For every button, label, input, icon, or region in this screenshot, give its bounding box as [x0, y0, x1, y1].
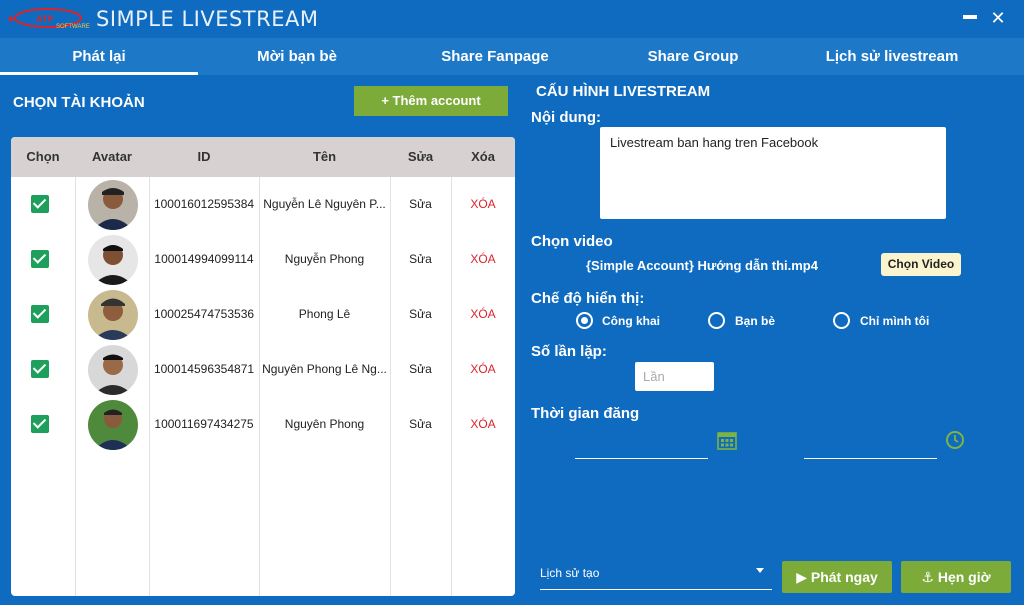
table-row: 100014596354871 Nguyên Phong Lê Ng... Sử…: [11, 342, 515, 397]
title-bar: ATP SOFTWARE SIMPLE LIVESTREAM ✕: [0, 0, 1024, 38]
avatar: [88, 235, 138, 285]
visibility-friends-label: Bạn bè: [735, 314, 776, 328]
select-checkbox[interactable]: [31, 195, 49, 213]
choose-video-button[interactable]: Chọn Video: [881, 253, 961, 276]
account-id: 100011697434275: [154, 417, 254, 431]
app-logo: ATP SOFTWARE: [8, 8, 90, 30]
visibility-only-me-radio[interactable]: [833, 312, 850, 329]
avatar: [88, 400, 138, 450]
visibility-friends-radio[interactable]: [708, 312, 725, 329]
table-row: 100025474753536 Phong Lê Sửa XÓA: [11, 287, 515, 342]
calendar-icon[interactable]: [717, 430, 737, 450]
avatar: [88, 290, 138, 340]
column-header-delete: Xóa: [471, 149, 495, 164]
svg-text:ATP: ATP: [36, 14, 53, 24]
content-textarea[interactable]: Livestream ban hang tren Facebook: [600, 127, 946, 219]
column-header-id: ID: [197, 149, 211, 164]
avatar: [88, 345, 138, 395]
edit-link[interactable]: Sửa: [390, 232, 451, 287]
select-checkbox[interactable]: [31, 250, 49, 268]
dropdown-underline: [540, 589, 772, 590]
time-input[interactable]: [804, 458, 937, 459]
post-time-label: Thời gian đăng: [531, 405, 640, 422]
content-label: Nội dung:: [531, 109, 601, 126]
visibility-public-label: Công khai: [602, 314, 661, 328]
edit-link[interactable]: Sửa: [390, 287, 451, 342]
schedule-button[interactable]: ⚓ Hẹn giờ: [901, 561, 1011, 593]
clock-icon[interactable]: [945, 430, 965, 450]
tab-bar: Phát lại Mời bạn bè Share Fanpage Share …: [0, 38, 1024, 75]
tab-livestream-history[interactable]: Lịch sử livestream: [792, 38, 992, 75]
add-account-button[interactable]: + Thêm account: [354, 86, 508, 116]
repeat-count-input[interactable]: Lần: [635, 362, 714, 391]
table-row: 100016012595384 Nguyễn Lê Nguyên P... Sử…: [11, 177, 515, 232]
table-row: 100011697434275 Nguyên Phong Sửa XÓA: [11, 397, 515, 452]
delete-link[interactable]: XÓA: [451, 177, 515, 232]
account-id: 100025474753536: [153, 307, 255, 321]
table-header: Chọn Avatar ID Tên Sửa Xóa: [11, 137, 515, 177]
config-heading: CẤU HÌNH LIVESTREAM: [536, 83, 711, 100]
svg-text:SOFTWARE: SOFTWARE: [56, 24, 90, 30]
minimize-button[interactable]: [960, 8, 980, 28]
delete-link[interactable]: XÓA: [451, 232, 515, 287]
tab-replay[interactable]: Phát lại: [0, 38, 198, 75]
account-name: Nguyên Phong: [284, 417, 365, 431]
date-input[interactable]: [575, 458, 708, 459]
select-checkbox[interactable]: [31, 360, 49, 378]
video-label: Chọn video: [531, 233, 613, 250]
column-header-edit: Sửa: [407, 149, 434, 164]
accounts-table: Chọn Avatar ID Tên Sửa Xóa 1000160125953…: [11, 137, 515, 596]
account-id: 100014596354871: [153, 362, 255, 376]
app-title: SIMPLE LIVESTREAM: [96, 7, 319, 31]
accounts-heading: CHỌN TÀI KHOẢN: [13, 94, 145, 111]
selected-video-name: {Simple Account} Hướng dẫn thi.mp4: [586, 258, 818, 273]
avatar: [88, 180, 138, 230]
tab-share-group[interactable]: Share Group: [594, 38, 792, 75]
history-dropdown[interactable]: Lịch sử tạo: [540, 562, 772, 590]
edit-link[interactable]: Sửa: [390, 397, 451, 452]
column-header-select: Chọn: [26, 149, 60, 164]
account-id: 100014994099114: [154, 252, 254, 266]
select-checkbox[interactable]: [31, 415, 49, 433]
visibility-label: Chế độ hiển thị:: [531, 290, 645, 307]
chevron-down-icon: [756, 568, 764, 573]
close-button[interactable]: ✕: [988, 8, 1008, 28]
account-name: Phong Lê: [298, 307, 351, 321]
visibility-only-me-label: Chỉ mình tôi: [860, 314, 930, 328]
delete-link[interactable]: XÓA: [451, 287, 515, 342]
account-id: 100016012595384: [153, 197, 255, 211]
table-row: 100014994099114 Nguyễn Phong Sửa XÓA: [11, 232, 515, 287]
tab-share-fanpage[interactable]: Share Fanpage: [396, 38, 594, 75]
account-name: Nguyễn Lê Nguyên P...: [263, 197, 386, 211]
edit-link[interactable]: Sửa: [390, 342, 451, 397]
edit-link[interactable]: Sửa: [390, 177, 451, 232]
tab-invite-friends[interactable]: Mời bạn bè: [198, 38, 396, 75]
play-now-button[interactable]: ▶ Phát ngay: [782, 561, 892, 593]
column-header-name: Tên: [312, 149, 337, 164]
account-name: Nguyên Phong Lê Ng...: [262, 362, 387, 376]
delete-link[interactable]: XÓA: [451, 342, 515, 397]
select-checkbox[interactable]: [31, 305, 49, 323]
visibility-public-radio[interactable]: [576, 312, 593, 329]
column-header-avatar: Avatar: [92, 149, 132, 164]
account-name: Nguyễn Phong: [284, 252, 365, 266]
repeat-label: Số lần lặp:: [531, 343, 607, 360]
delete-link[interactable]: XÓA: [451, 397, 515, 452]
history-dropdown-value: Lịch sử tạo: [540, 566, 600, 580]
